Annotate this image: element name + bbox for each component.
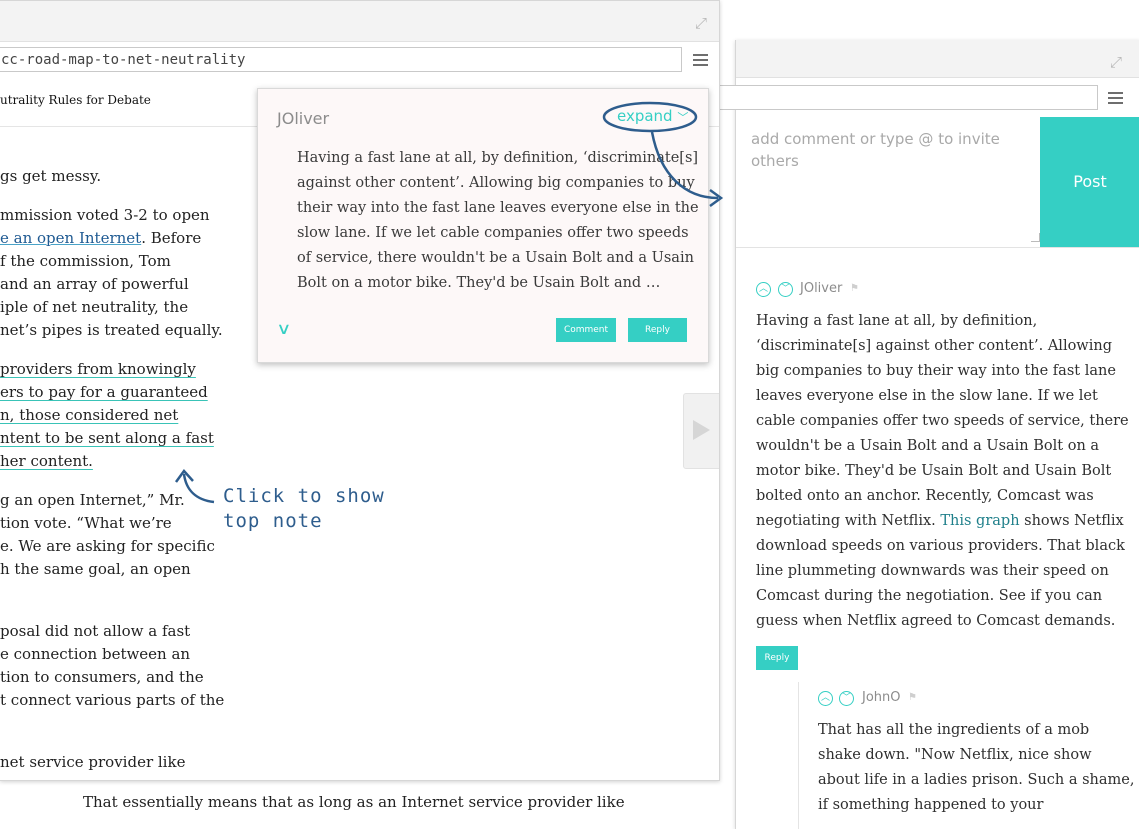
expand-arrow	[650, 131, 719, 200]
annotation-label-1: Click to show	[223, 485, 385, 507]
annotation-label-2: top note	[223, 510, 323, 532]
annotation-overlay	[174, 101, 724, 504]
click-arrow	[182, 473, 215, 504]
expand-highlight-ellipse	[602, 101, 698, 133]
